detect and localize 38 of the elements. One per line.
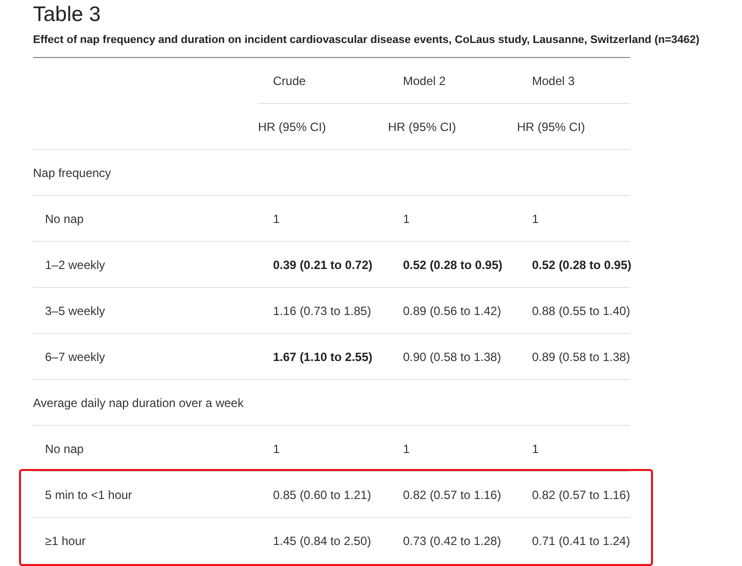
table-cell-text: 0.88 (0.55 to 1.40): [532, 302, 630, 320]
row-label: ≥1 hour: [45, 533, 86, 550]
column-header: Model 3: [532, 72, 575, 90]
table-cell-text: 0.52 (0.28 to 0.95): [532, 256, 632, 274]
table-cell-text: 0.73 (0.42 to 1.28): [403, 533, 502, 550]
table-caption: Effect of nap frequency and duration on incident cardiovascular disease events, CoLaus study, Lausanne, Switzerland (n=3462): [33, 33, 700, 48]
table-cell-text: 0.52 (0.28 to 0.95): [403, 256, 502, 274]
table-cell-text: 1: [273, 210, 280, 228]
table-cell-text: 1.16 (0.73 to 1.85): [273, 302, 372, 320]
row-label: 3–5 weekly: [45, 302, 106, 320]
column-header: Crude: [273, 72, 306, 90]
column-subheader: HR (95% CI): [258, 118, 326, 136]
table-cell-text: 1.45 (0.84 to 2.50): [273, 533, 372, 550]
row-label: 6–7 weekly: [45, 348, 106, 366]
table-cell-text: 1: [403, 210, 410, 228]
row-label: No nap: [45, 210, 84, 228]
table-cell-text: 0.71 (0.41 to 1.24): [532, 533, 630, 550]
row-label: No nap: [45, 440, 84, 458]
table-cell-text: 1: [403, 440, 410, 458]
table-cell-text: 1: [532, 440, 539, 458]
table-cell-text: 1: [532, 210, 539, 228]
table-cell-text: 0.82 (0.57 to 1.16): [532, 486, 630, 504]
table-cell-text: 0.89 (0.58 to 1.38): [532, 348, 630, 366]
table-cell-text: 1: [273, 440, 280, 458]
table-cell-text: 0.85 (0.60 to 1.21): [273, 486, 372, 504]
column-header: Model 2: [403, 72, 446, 90]
table-cell-text: 0.39 (0.21 to 0.72): [273, 256, 372, 274]
table-cell-text: 0.89 (0.56 to 1.42): [403, 302, 502, 320]
table-cell-text: 1.67 (1.10 to 2.55): [273, 348, 372, 366]
table-cell-text: 0.82 (0.57 to 1.16): [403, 486, 502, 504]
column-subheader: HR (95% CI): [388, 118, 456, 136]
section-label: Average daily nap duration over a week: [33, 394, 244, 412]
table-title: Table 3: [33, 2, 101, 28]
row-label: 1–2 weekly: [45, 256, 106, 274]
column-subheader: HR (95% CI): [517, 118, 586, 136]
row-label: 5 min to <1 hour: [45, 486, 132, 504]
section-label: Nap frequency: [33, 164, 112, 182]
table-cell-text: 0.90 (0.58 to 1.38): [403, 348, 502, 366]
